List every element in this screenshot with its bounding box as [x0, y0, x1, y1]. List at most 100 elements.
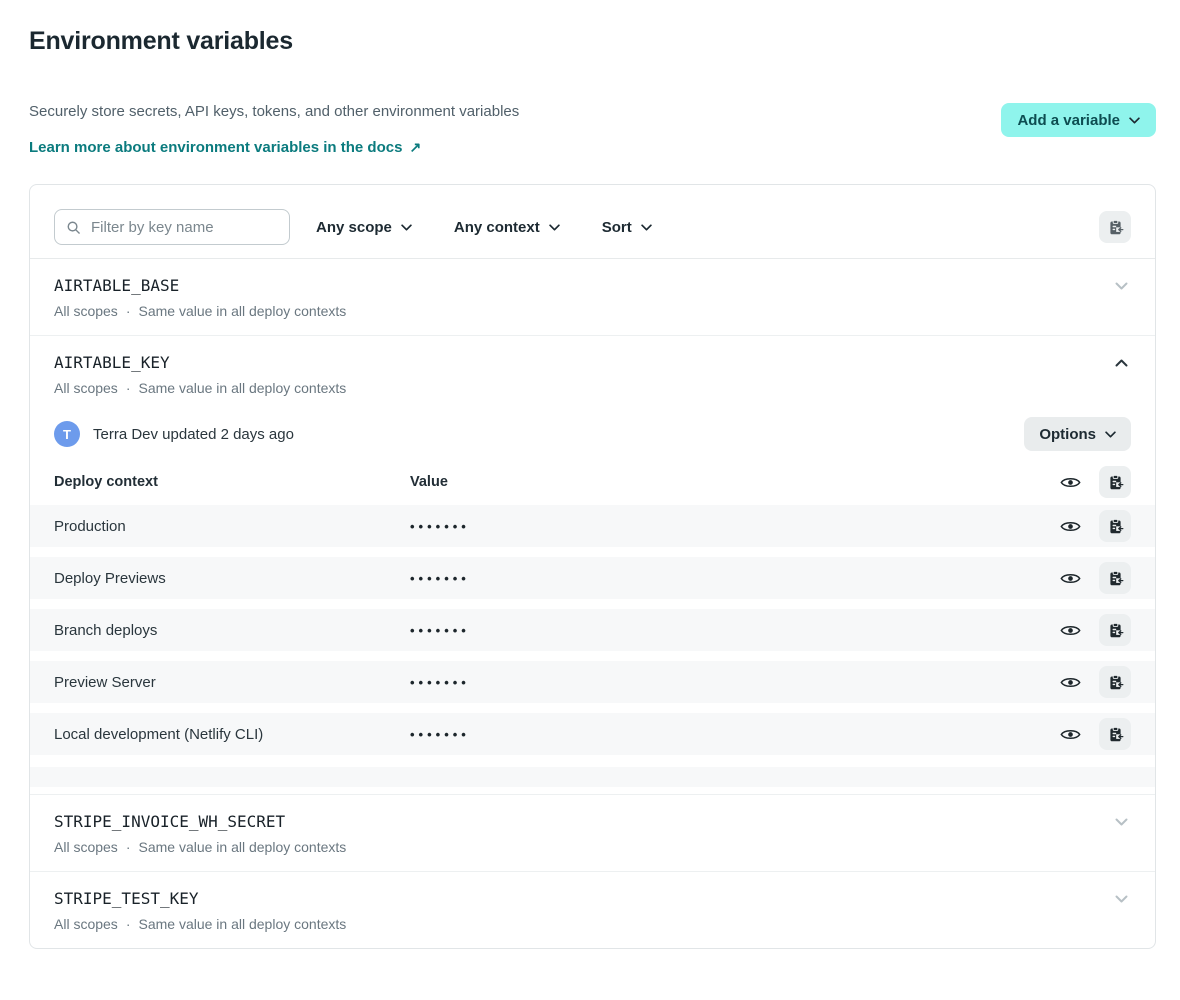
row-actions: [1058, 718, 1131, 750]
environment-variables-page: Environment variables Securely store sec…: [0, 27, 1180, 949]
table-header-row: Deploy context Value: [30, 459, 1155, 505]
add-variable-button[interactable]: Add a variable: [1001, 103, 1156, 137]
row-actions: [1058, 666, 1131, 698]
chevron-down-icon: [401, 224, 412, 231]
env-var-key: AIRTABLE_KEY: [54, 353, 1131, 372]
table-row: Production •••••••: [30, 505, 1155, 547]
context-filter-label: Any context: [454, 219, 540, 236]
env-var-context-info: Same value in all deploy contexts: [138, 380, 346, 396]
reveal-value-button[interactable]: [1058, 670, 1082, 694]
column-header-deploy-context: Deploy context: [54, 474, 410, 490]
table-row: Deploy Previews •••••••: [30, 557, 1155, 599]
env-var-row-stripe-invoice-wh-secret[interactable]: STRIPE_INVOICE_WH_SECRET All scopes · Sa…: [30, 794, 1155, 871]
table-row: Branch deploys •••••••: [30, 609, 1155, 651]
chevron-down-icon: [1115, 282, 1128, 290]
filter-toolbar: Any scope Any context Sort: [30, 185, 1155, 259]
reveal-value-button[interactable]: [1058, 618, 1082, 642]
copy-value-button[interactable]: [1099, 718, 1131, 750]
env-var-context-info: Same value in all deploy contexts: [138, 916, 346, 932]
env-var-scopes: All scopes: [54, 303, 118, 319]
page-title: Environment variables: [29, 27, 1156, 56]
env-var-meta: All scopes · Same value in all deploy co…: [54, 839, 1131, 855]
filter-search-box[interactable]: [54, 209, 290, 245]
page-header-row: Securely store secrets, API keys, tokens…: [29, 101, 1156, 157]
row-actions: [1058, 510, 1131, 542]
import-variables-button[interactable]: [1099, 211, 1131, 243]
table-row: Preview Server •••••••: [30, 661, 1155, 703]
scope-filter-dropdown[interactable]: Any scope: [316, 219, 412, 236]
table-footer-band: [30, 767, 1155, 787]
clipboard-import-icon: [1107, 726, 1124, 743]
clipboard-import-icon: [1107, 518, 1124, 535]
header-actions: [1058, 466, 1131, 498]
env-var-key: STRIPE_INVOICE_WH_SECRET: [54, 812, 1131, 831]
options-label: Options: [1039, 426, 1096, 443]
copy-value-button[interactable]: [1099, 614, 1131, 646]
clipboard-import-icon: [1107, 474, 1124, 491]
external-link-icon: ↗: [409, 139, 421, 156]
copy-value-button[interactable]: [1099, 562, 1131, 594]
env-var-scopes: All scopes: [54, 916, 118, 932]
deploy-context-name: Production: [54, 518, 410, 535]
table-row: Local development (Netlify CLI) •••••••: [30, 713, 1155, 755]
page-description: Securely store secrets, API keys, tokens…: [29, 101, 519, 122]
env-var-meta: All scopes · Same value in all deploy co…: [54, 916, 1131, 932]
options-button[interactable]: Options: [1024, 417, 1131, 451]
eye-icon: [1060, 475, 1081, 490]
env-var-row-airtable-key: AIRTABLE_KEY All scopes · Same value in …: [30, 335, 1155, 787]
copy-all-values-button[interactable]: [1099, 466, 1131, 498]
clipboard-import-icon: [1107, 622, 1124, 639]
env-var-scopes: All scopes: [54, 839, 118, 855]
meta-separator: ·: [126, 839, 131, 855]
eye-icon: [1060, 571, 1081, 586]
env-var-scopes: All scopes: [54, 380, 118, 396]
eye-icon: [1060, 727, 1081, 742]
row-actions: [1058, 614, 1131, 646]
docs-link-label: Learn more about environment variables i…: [29, 139, 402, 156]
chevron-down-icon: [641, 224, 652, 231]
reveal-value-button[interactable]: [1058, 566, 1082, 590]
copy-value-button[interactable]: [1099, 666, 1131, 698]
add-variable-label: Add a variable: [1017, 112, 1120, 129]
env-var-meta: All scopes · Same value in all deploy co…: [54, 303, 1131, 319]
meta-separator: ·: [126, 916, 131, 932]
reveal-value-button[interactable]: [1058, 514, 1082, 538]
clipboard-import-icon: [1107, 219, 1124, 236]
eye-icon: [1060, 519, 1081, 534]
env-var-row-stripe-test-key[interactable]: STRIPE_TEST_KEY All scopes · Same value …: [30, 871, 1155, 948]
copy-value-button[interactable]: [1099, 510, 1131, 542]
env-var-row-airtable-base[interactable]: AIRTABLE_BASE All scopes · Same value in…: [30, 259, 1155, 335]
sort-dropdown[interactable]: Sort: [602, 219, 652, 236]
search-icon: [66, 220, 81, 235]
env-var-context-info: Same value in all deploy contexts: [138, 303, 346, 319]
column-header-value: Value: [410, 474, 1058, 490]
deploy-context-table: Deploy context Value: [30, 459, 1155, 787]
env-variables-card: Any scope Any context Sort: [29, 184, 1156, 949]
env-var-context-info: Same value in all deploy contexts: [138, 839, 346, 855]
chevron-down-icon: [1115, 895, 1128, 903]
env-var-meta: All scopes · Same value in all deploy co…: [54, 380, 1131, 396]
deploy-context-name: Preview Server: [54, 674, 410, 691]
avatar: T: [54, 421, 80, 447]
docs-link[interactable]: Learn more about environment variables i…: [29, 139, 421, 156]
masked-value: •••••••: [410, 726, 1058, 743]
updated-by-text: Terra Dev updated 2 days ago: [93, 426, 294, 443]
chevron-down-icon: [1129, 117, 1140, 124]
masked-value: •••••••: [410, 570, 1058, 587]
eye-icon: [1060, 623, 1081, 638]
masked-value: •••••••: [410, 518, 1058, 535]
deploy-context-name: Local development (Netlify CLI): [54, 726, 410, 743]
context-filter-dropdown[interactable]: Any context: [454, 219, 560, 236]
reveal-value-button[interactable]: [1058, 722, 1082, 746]
masked-value: •••••••: [410, 674, 1058, 691]
clipboard-import-icon: [1107, 570, 1124, 587]
chevron-down-icon: [1105, 431, 1116, 438]
reveal-all-values-button[interactable]: [1058, 470, 1082, 494]
meta-separator: ·: [126, 303, 131, 319]
env-var-header-airtable-key[interactable]: AIRTABLE_KEY All scopes · Same value in …: [30, 336, 1155, 396]
chevron-down-icon: [1115, 818, 1128, 826]
last-updated-row: T Terra Dev updated 2 days ago Options: [30, 417, 1155, 451]
meta-separator: ·: [126, 380, 131, 396]
filter-input[interactable]: [89, 218, 278, 237]
clipboard-import-icon: [1107, 674, 1124, 691]
